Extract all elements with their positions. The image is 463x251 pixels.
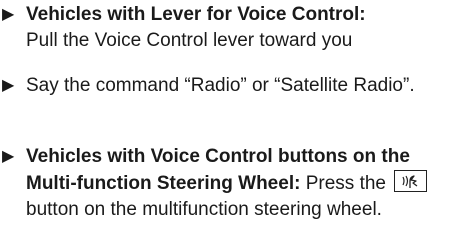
step-marker: ▶ bbox=[2, 77, 15, 94]
step-text: Vehicles with Voice Control buttons on t… bbox=[26, 144, 461, 223]
step-text: Vehicles with Lever for Voice Control: P… bbox=[26, 2, 461, 54]
instruction-list: ▶ Vehicles with Lever for Voice Control:… bbox=[0, 0, 463, 251]
voice-control-button-icon bbox=[394, 170, 428, 192]
step-marker: ▶ bbox=[2, 6, 15, 23]
instruction-step: ▶ Vehicles with Lever for Voice Control:… bbox=[0, 2, 461, 54]
step-marker: ▶ bbox=[2, 148, 15, 165]
instruction-step: ▶ Vehicles with Voice Control buttons on… bbox=[0, 144, 461, 223]
step-body-after: button on the multifunction steering whe… bbox=[26, 199, 382, 220]
instruction-step: ▶ Say the command “Radio” or “Satellite … bbox=[0, 73, 461, 99]
step-heading: Vehicles with Lever for Voice Control: bbox=[26, 4, 366, 25]
step-body: Say the command “Radio” or “Satellite Ra… bbox=[26, 75, 415, 96]
step-text: Say the command “Radio” or “Satellite Ra… bbox=[26, 73, 461, 99]
voice-control-icon bbox=[402, 175, 418, 188]
step-body: Pull the Voice Control lever toward you bbox=[26, 30, 353, 51]
step-body-before: Press the bbox=[305, 173, 386, 194]
